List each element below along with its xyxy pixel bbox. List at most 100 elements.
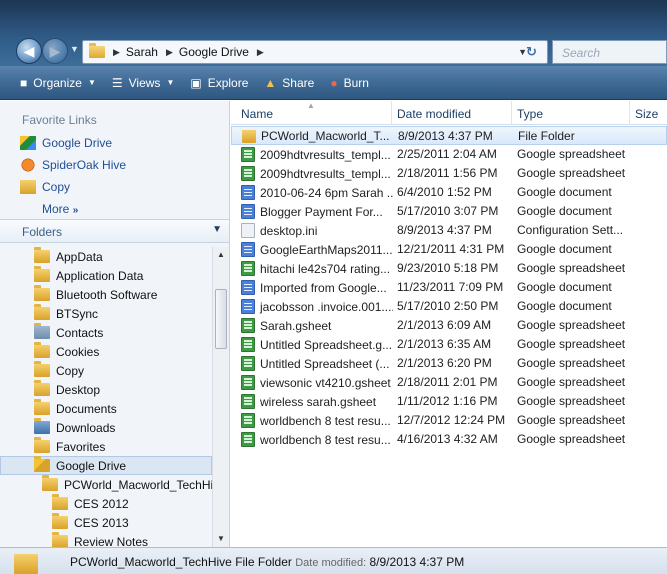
tree-item-desktop[interactable]: Desktop bbox=[0, 380, 212, 399]
file-row[interactable]: Untitled Spreadsheet.g... 2/1/2013 6:35 A… bbox=[231, 335, 667, 354]
tree-item-favorites[interactable]: Favorites bbox=[0, 437, 212, 456]
file-date-modified: 5/17/2010 2:50 PM bbox=[397, 299, 499, 313]
tree-item-application-data[interactable]: Application Data bbox=[0, 266, 212, 285]
file-row[interactable]: worldbench 8 test resu... 4/16/2013 4:32 … bbox=[231, 430, 667, 449]
google-document-icon bbox=[241, 299, 255, 314]
file-row[interactable]: hitachi le42s704 rating... 9/23/2010 5:18… bbox=[231, 259, 667, 278]
file-date-modified: 12/7/2012 12:24 PM bbox=[397, 413, 506, 427]
file-name: Imported from Google... bbox=[260, 280, 387, 295]
file-row[interactable]: worldbench 8 test resu... 12/7/2012 12:24… bbox=[231, 411, 667, 430]
tree-item-ces-2013[interactable]: CES 2013 bbox=[0, 513, 212, 532]
tree-item-btsync[interactable]: BTSync bbox=[0, 304, 212, 323]
refresh-icon[interactable]: ↻ bbox=[526, 44, 537, 60]
organize-icon: ■ bbox=[20, 75, 28, 90]
file-type: Google spreadsheet bbox=[517, 166, 626, 180]
breadcrumb-google-drive[interactable]: Google Drive bbox=[179, 45, 249, 59]
tree-item-downloads[interactable]: Downloads bbox=[0, 418, 212, 437]
folder-icon bbox=[34, 304, 50, 320]
tree-item-review-notes[interactable]: Review Notes bbox=[0, 532, 212, 547]
column-header-date-modified[interactable]: Date modified bbox=[397, 107, 471, 121]
tree-item-contacts[interactable]: Contacts bbox=[0, 323, 212, 342]
file-row[interactable]: viewsonic vt4210.gsheet 2/18/2011 2:01 PM… bbox=[231, 373, 667, 392]
file-name-cell: Untitled Spreadsheet.g... bbox=[241, 337, 393, 352]
column-divider[interactable] bbox=[629, 101, 630, 125]
file-row[interactable]: Sarah.gsheet 2/1/2013 6:09 AM Google sprea… bbox=[231, 316, 667, 335]
file-type: Google spreadsheet bbox=[517, 261, 626, 275]
google-spreadsheet-icon bbox=[241, 166, 255, 181]
file-row[interactable]: GoogleEarthMaps2011.... 12/21/2011 4:31 P… bbox=[231, 240, 667, 259]
file-name-cell: Sarah.gsheet bbox=[241, 318, 393, 333]
breadcrumb-sarah[interactable]: Sarah bbox=[126, 45, 158, 59]
column-divider[interactable] bbox=[391, 101, 392, 125]
file-row[interactable]: 2009hdtvresults_templ... 2/25/2011 2:04 A… bbox=[231, 145, 667, 164]
file-name: GoogleEarthMaps2011.... bbox=[260, 242, 393, 257]
address-bar-area: ◀ ▶ ▼ ▶ Sarah ▶ Google Drive ▶ ▼ ↻ Searc… bbox=[0, 0, 667, 66]
file-name: worldbench 8 test resu... bbox=[260, 413, 391, 428]
file-name: Sarah.gsheet bbox=[260, 318, 332, 333]
favorite-copy[interactable]: Copy bbox=[0, 176, 229, 198]
column-divider[interactable] bbox=[511, 101, 512, 125]
chevron-right-icon[interactable]: ▶ bbox=[113, 47, 120, 58]
column-header-type[interactable]: Type bbox=[517, 107, 543, 121]
share-button[interactable]: ▲ Share bbox=[264, 76, 314, 90]
views-button[interactable]: ☰ Views ▼ bbox=[112, 76, 174, 90]
file-name: viewsonic vt4210.gsheet bbox=[260, 375, 391, 390]
file-row[interactable]: Blogger Payment For... 5/17/2010 3:07 PM G… bbox=[231, 202, 667, 221]
tree-item-google-drive[interactable]: Google Drive bbox=[0, 456, 212, 475]
scroll-down-icon[interactable]: ▼ bbox=[213, 531, 229, 547]
search-placeholder: Search bbox=[562, 46, 601, 60]
file-row[interactable]: 2009hdtvresults_templ... 2/18/2011 1:56 P… bbox=[231, 164, 667, 183]
more-link[interactable]: More » bbox=[0, 198, 229, 220]
chevron-right-icon[interactable]: ▶ bbox=[166, 47, 173, 58]
chevron-down-icon: ▼ bbox=[87, 78, 96, 87]
file-name-cell: worldbench 8 test resu... bbox=[241, 432, 393, 447]
file-name: wireless sarah.gsheet bbox=[260, 394, 377, 409]
file-row[interactable]: Untitled Spreadsheet (... 2/1/2013 6:20 P… bbox=[231, 354, 667, 373]
folder-icon bbox=[52, 532, 68, 547]
status-date-label: Date modified: bbox=[295, 557, 367, 569]
share-label: Share bbox=[282, 75, 315, 90]
tree-item-appdata[interactable]: AppData bbox=[0, 247, 212, 266]
file-row[interactable]: wireless sarah.gsheet 1/11/2012 1:16 PM Go… bbox=[231, 392, 667, 411]
favorite-google-drive[interactable]: Google Drive bbox=[0, 132, 229, 154]
column-header-size[interactable]: Size bbox=[635, 107, 658, 121]
tree-item-label: CES 2013 bbox=[74, 515, 129, 530]
file-row[interactable]: desktop.ini 8/9/2013 4:37 PM Configuration… bbox=[231, 221, 667, 240]
tree-item-pcworld-macworld-techhive[interactable]: PCWorld_Macworld_TechHi bbox=[0, 475, 213, 494]
scroll-up-icon[interactable]: ▲ bbox=[213, 247, 229, 263]
favorite-spideroak-hive[interactable]: SpiderOak Hive bbox=[0, 154, 229, 176]
tree-item-cookies[interactable]: Cookies bbox=[0, 342, 212, 361]
folder-tree-scrollbar[interactable]: ▲ ▼ bbox=[212, 247, 229, 547]
tree-item-bluetooth-software[interactable]: Bluetooth Software bbox=[0, 285, 212, 304]
file-row[interactable]: jacobsson .invoice.001.... 5/17/2010 2:50… bbox=[231, 297, 667, 316]
status-item-name: PCWorld_Macworld_TechHive bbox=[70, 555, 232, 569]
file-name: worldbench 8 test resu... bbox=[260, 432, 391, 447]
forward-button[interactable]: ▶ bbox=[42, 38, 68, 64]
file-row[interactable]: 2010-06-24 6pm Sarah ... 6/4/2010 1:52 PM… bbox=[231, 183, 667, 202]
column-header-name[interactable]: Name bbox=[241, 107, 273, 121]
recent-pages-dropdown[interactable]: ▼ bbox=[70, 44, 79, 54]
tree-item-copy[interactable]: Copy bbox=[0, 361, 212, 380]
downloads-icon bbox=[34, 418, 50, 434]
burn-button[interactable]: ● Burn bbox=[330, 76, 369, 90]
scrollbar-thumb[interactable] bbox=[215, 289, 227, 349]
file-date-modified: 1/11/2012 1:16 PM bbox=[397, 394, 498, 408]
tree-item-ces-2012[interactable]: CES 2012 bbox=[0, 494, 212, 513]
explore-button[interactable]: ▣ Explore bbox=[190, 76, 248, 90]
search-input[interactable]: Search bbox=[552, 40, 667, 64]
file-row[interactable]: Imported from Google... 11/23/2011 7:09 P… bbox=[231, 278, 667, 297]
organize-button[interactable]: ■ Organize ▼ bbox=[20, 76, 96, 90]
file-date-modified: 5/17/2010 3:07 PM bbox=[397, 204, 499, 218]
favorites-icon bbox=[34, 437, 50, 453]
file-type: Google document bbox=[517, 280, 612, 294]
file-type: Google document bbox=[517, 185, 612, 199]
address-box[interactable]: ▶ Sarah ▶ Google Drive ▶ ▼ bbox=[82, 40, 548, 64]
file-name: jacobsson .invoice.001.... bbox=[260, 299, 393, 314]
folders-header[interactable]: Folders ▼ bbox=[0, 219, 229, 243]
tree-item-label: CES 2012 bbox=[74, 496, 129, 511]
tree-item-documents[interactable]: Documents bbox=[0, 399, 212, 418]
google-document-icon bbox=[241, 280, 255, 295]
back-button[interactable]: ◀ bbox=[16, 38, 42, 64]
file-row[interactable]: PCWorld_Macworld_T... 8/9/2013 4:37 PM Fil… bbox=[231, 126, 667, 145]
chevron-right-icon[interactable]: ▶ bbox=[257, 47, 264, 58]
